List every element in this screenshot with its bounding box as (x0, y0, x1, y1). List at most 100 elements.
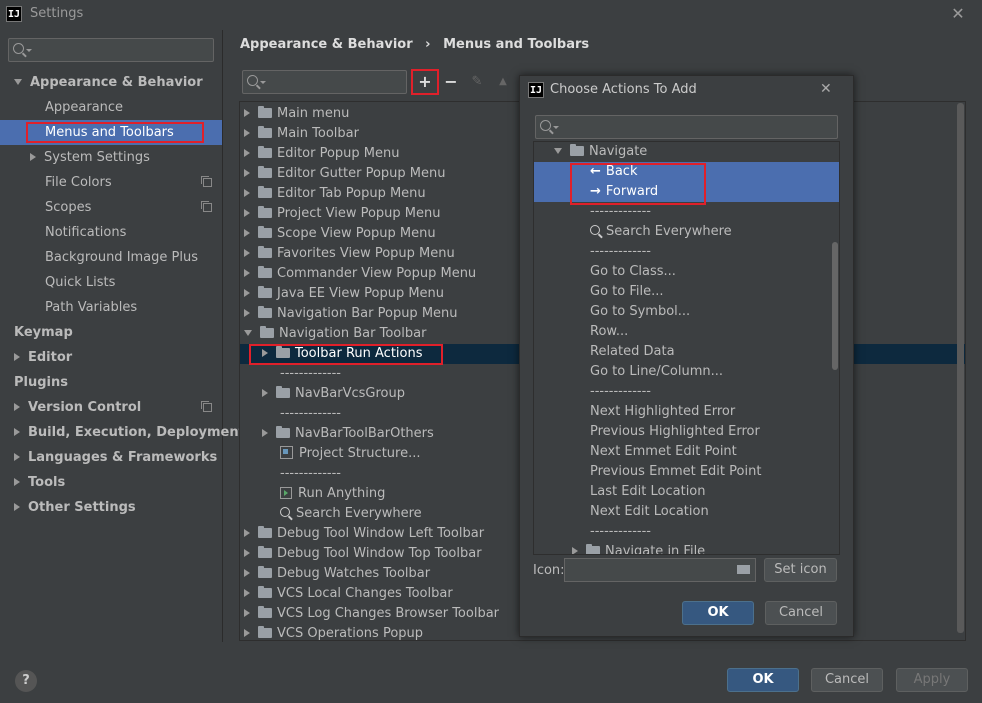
tree-node-java-ee-view-popup-menu[interactable]: Java EE View Popup Menu (244, 284, 444, 304)
chevron-right-icon[interactable] (244, 188, 250, 197)
chevron-right-icon[interactable] (30, 152, 36, 161)
dialog-ok-button[interactable]: OK (682, 601, 754, 625)
tree-scrollbar[interactable] (957, 103, 964, 633)
action-item-row[interactable]: Row... (590, 322, 628, 342)
action-item-previous-emmet-edit-point[interactable]: Previous Emmet Edit Point (590, 462, 761, 482)
sidebar-item-keymap[interactable]: Keymap (0, 320, 222, 345)
dialog-search-input[interactable] (535, 115, 838, 139)
chevron-right-icon[interactable] (244, 588, 250, 597)
chevron-right-icon[interactable] (14, 477, 20, 486)
action-item-navigate[interactable]: Navigate (554, 142, 647, 162)
sidebar-item-scopes[interactable]: Scopes (0, 195, 222, 220)
sidebar-item-background-image-plus[interactable]: Background Image Plus (0, 245, 222, 270)
chevron-right-icon[interactable] (14, 452, 20, 461)
tree-node-main-toolbar[interactable]: Main Toolbar (244, 124, 359, 144)
tree-node-editor-tab-popup-menu[interactable]: Editor Tab Popup Menu (244, 184, 426, 204)
chevron-right-icon[interactable] (244, 608, 250, 617)
chevron-right-icon[interactable] (262, 348, 268, 357)
sidebar-item-appearance[interactable]: Appearance (0, 95, 222, 120)
sidebar-item-tools[interactable]: Tools (0, 470, 222, 495)
chevron-down-icon[interactable] (554, 147, 562, 154)
chevron-right-icon[interactable] (262, 428, 268, 437)
chevron-right-icon[interactable] (244, 568, 250, 577)
chevron-right-icon[interactable] (244, 308, 250, 317)
chevron-right-icon[interactable] (244, 268, 250, 277)
tree-node-scope-view-popup-menu[interactable]: Scope View Popup Menu (244, 224, 436, 244)
tree-node-debug-watches-toolbar[interactable]: Debug Watches Toolbar (244, 564, 430, 584)
search-history-caret-icon[interactable] (26, 49, 32, 52)
sidebar-item-quick-lists[interactable]: Quick Lists (0, 270, 222, 295)
menus-search-input[interactable] (242, 70, 407, 94)
chevron-right-icon[interactable] (244, 528, 250, 537)
action-item-go-to-class[interactable]: Go to Class... (590, 262, 676, 282)
chevron-right-icon[interactable] (244, 168, 250, 177)
edit-icon-pencil-icon[interactable]: ✎ (467, 72, 487, 92)
help-button[interactable]: ? (15, 670, 37, 692)
sidebar-item-path-variables[interactable]: Path Variables (0, 295, 222, 320)
sidebar-item-other-settings[interactable]: Other Settings (0, 495, 222, 520)
apply-button[interactable]: Apply (896, 668, 968, 692)
sidebar-item-file-colors[interactable]: File Colors (0, 170, 222, 195)
chevron-right-icon[interactable] (244, 288, 250, 297)
window-close-icon[interactable]: ✕ (950, 4, 966, 23)
tree-node-debug-tool-window-top-toolbar[interactable]: Debug Tool Window Top Toolbar (244, 544, 482, 564)
sidebar-item-version-control[interactable]: Version Control (0, 395, 222, 420)
tree-node-debug-tool-window-left-toolbar[interactable]: Debug Tool Window Left Toolbar (244, 524, 484, 544)
action-item-next-edit-location[interactable]: Next Edit Location (590, 502, 709, 522)
action-item-last-edit-location[interactable]: Last Edit Location (590, 482, 706, 502)
icon-path-field[interactable] (564, 558, 756, 582)
search-history-caret-icon[interactable] (553, 126, 559, 129)
action-item-forward[interactable]: → Forward (590, 182, 658, 202)
cancel-button[interactable]: Cancel (811, 668, 883, 692)
move-up-icon[interactable]: ▲ (493, 72, 513, 92)
sidebar-item-plugins[interactable]: Plugins (0, 370, 222, 395)
action-item-navigate-in-file[interactable]: Navigate in File (572, 542, 705, 554)
chevron-right-icon[interactable] (244, 208, 250, 217)
chevron-right-icon[interactable] (244, 128, 250, 137)
sidebar-search-input[interactable] (8, 38, 214, 62)
chevron-right-icon[interactable] (262, 388, 268, 397)
add-action-button[interactable]: + (415, 72, 435, 92)
tree-node-navigation-bar-toolbar[interactable]: Navigation Bar Toolbar (244, 324, 426, 344)
set-icon-button[interactable]: Set icon (764, 558, 837, 582)
tree-node-run-anything[interactable]: Run Anything (280, 484, 385, 504)
tree-node-main-menu[interactable]: Main menu (244, 104, 349, 124)
action-item-back[interactable]: ← Back (590, 162, 637, 182)
ok-button[interactable]: OK (727, 668, 799, 692)
dialog-cancel-button[interactable]: Cancel (765, 601, 837, 625)
action-item-go-to-file[interactable]: Go to File... (590, 282, 664, 302)
tree-node-vcs-log-changes-browser-toolbar[interactable]: VCS Log Changes Browser Toolbar (244, 604, 499, 624)
dialog-close-icon[interactable]: ✕ (820, 81, 832, 97)
actions-list-scrollbar[interactable] (832, 242, 838, 370)
action-item-go-to-symbol[interactable]: Go to Symbol... (590, 302, 690, 322)
chevron-right-icon[interactable] (244, 248, 250, 257)
tree-node-favorites-view-popup-menu[interactable]: Favorites View Popup Menu (244, 244, 455, 264)
tree-node-project-view-popup-menu[interactable]: Project View Popup Menu (244, 204, 441, 224)
sidebar-item-notifications[interactable]: Notifications (0, 220, 222, 245)
chevron-right-icon[interactable] (14, 352, 20, 361)
tree-node-vcs-local-changes-toolbar[interactable]: VCS Local Changes Toolbar (244, 584, 453, 604)
search-history-caret-icon[interactable] (260, 81, 266, 84)
action-item-go-to-line-column[interactable]: Go to Line/Column... (590, 362, 723, 382)
sidebar-item-menus-and-toolbars[interactable]: Menus and Toolbars (0, 120, 222, 145)
chevron-down-icon[interactable] (14, 78, 22, 85)
sidebar-item-languages-frameworks[interactable]: Languages & Frameworks (0, 445, 222, 470)
tree-node-vcs-operations-popup[interactable]: VCS Operations Popup (244, 624, 423, 640)
sidebar-item-editor[interactable]: Editor (0, 345, 222, 370)
tree-node-commander-view-popup-menu[interactable]: Commander View Popup Menu (244, 264, 476, 284)
remove-action-button[interactable]: − (441, 72, 461, 92)
chevron-right-icon[interactable] (244, 228, 250, 237)
chevron-right-icon[interactable] (14, 427, 20, 436)
tree-node-editor-popup-menu[interactable]: Editor Popup Menu (244, 144, 400, 164)
tree-node-navbartoolbarothers[interactable]: NavBarToolBarOthers (262, 424, 434, 444)
action-item-search-everywhere[interactable]: Search Everywhere (590, 222, 732, 242)
tree-node-toolbar-run-actions[interactable]: Toolbar Run Actions (262, 344, 423, 364)
action-item-related-data[interactable]: Related Data (590, 342, 675, 362)
chevron-right-icon[interactable] (14, 402, 20, 411)
chevron-right-icon[interactable] (244, 628, 250, 637)
chevron-right-icon[interactable] (244, 148, 250, 157)
tree-node-navbarvcsgroup[interactable]: NavBarVcsGroup (262, 384, 405, 404)
chevron-down-icon[interactable] (244, 329, 252, 336)
browse-folder-icon[interactable] (737, 565, 750, 574)
tree-node-editor-gutter-popup-menu[interactable]: Editor Gutter Popup Menu (244, 164, 446, 184)
